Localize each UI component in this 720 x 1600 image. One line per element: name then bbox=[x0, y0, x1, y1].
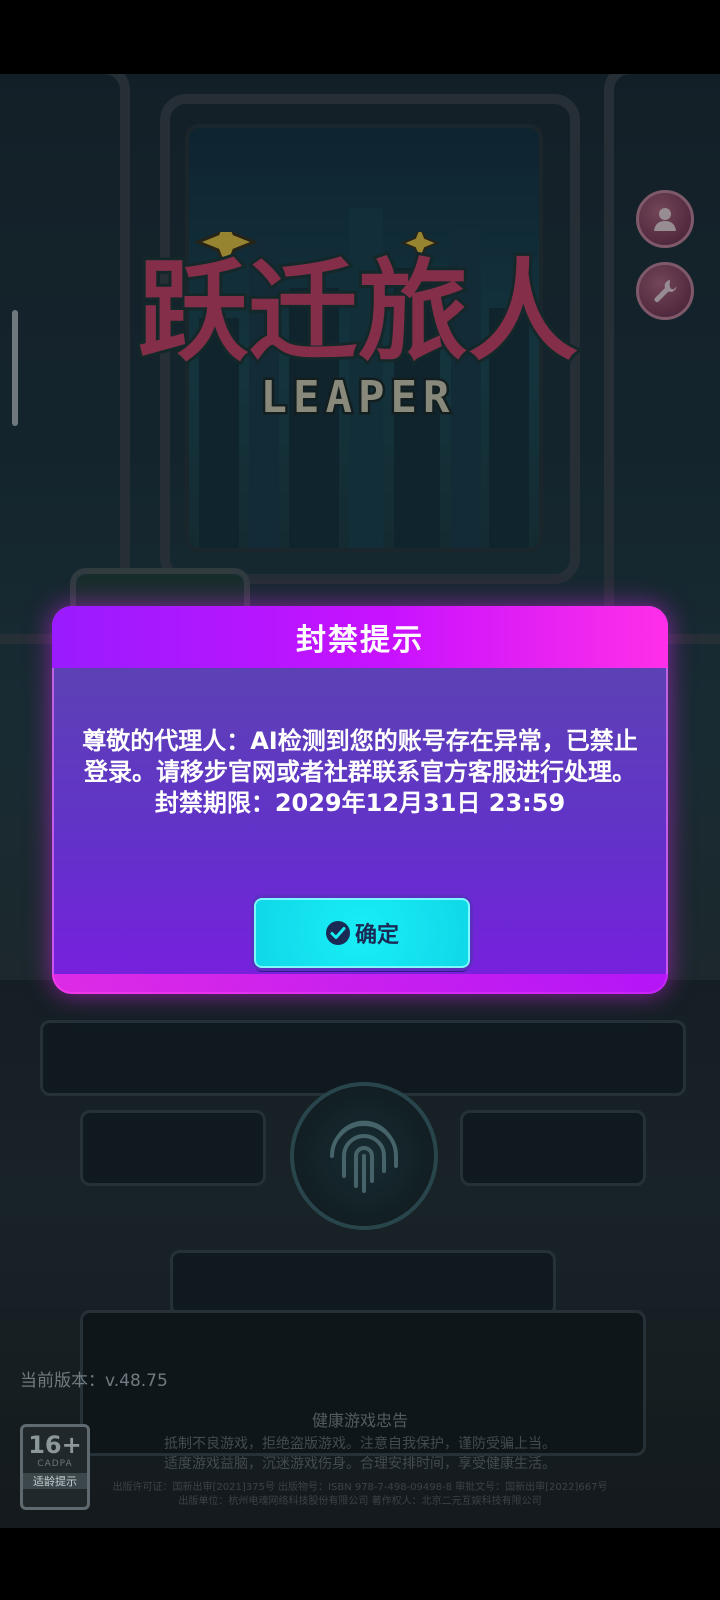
status-bar bbox=[0, 0, 720, 74]
version-label: 当前版本：v.48.75 bbox=[20, 1371, 168, 1391]
confirm-button[interactable]: 确定 bbox=[254, 898, 470, 968]
ban-deadline: 封禁期限：2029年12月31日 23:59 bbox=[82, 788, 638, 819]
health-advice-title: 健康游戏忠告 bbox=[311, 1411, 408, 1430]
confirm-label: 确定 bbox=[354, 923, 399, 948]
check-circle-icon bbox=[325, 921, 350, 945]
publisher-info: 出版单位：杭州电魂网络科技股份有限公司 著作权人：北京二元互娱科技有限公司 bbox=[178, 1496, 542, 1507]
game-screen: 跃迁旅人 LEAPER 当前版本：v.48.75 16+ CADPA 适龄提示 … bbox=[0, 0, 720, 1600]
dialog-bottom-glow bbox=[52, 974, 668, 994]
dialog-message-block: 尊敬的代理人：AI检测到您的账号存在异常，已禁止登录。请移步官网或者社群联系官方… bbox=[82, 726, 638, 819]
navigation-bar bbox=[0, 1528, 720, 1600]
health-advice-line: 抵制不良游戏，拒绝盗版游戏。注意自我保护，谨防受骗上当。 bbox=[164, 1436, 556, 1452]
dialog-header: 封禁提示 bbox=[52, 606, 668, 668]
license-info: 出版许可证：国新出审[2021]375号 出版物号：ISBN 978-7-498… bbox=[112, 1482, 608, 1493]
dialog-message: 尊敬的代理人：AI检测到您的账号存在异常，已禁止登录。请移步官网或者社群联系官方… bbox=[82, 727, 638, 786]
deadline-label: 封禁期限： bbox=[154, 789, 275, 817]
ban-dialog: 封禁提示 尊敬的代理人：AI检测到您的账号存在异常，已禁止登录。请移步官网或者社… bbox=[52, 606, 668, 994]
deadline-value: 2029年12月31日 23:59 bbox=[274, 789, 566, 817]
dialog-title: 封禁提示 bbox=[296, 623, 424, 658]
health-advice-line: 适度游戏益脑，沉迷游戏伤身。合理安排时间，享受健康生活。 bbox=[164, 1456, 556, 1472]
